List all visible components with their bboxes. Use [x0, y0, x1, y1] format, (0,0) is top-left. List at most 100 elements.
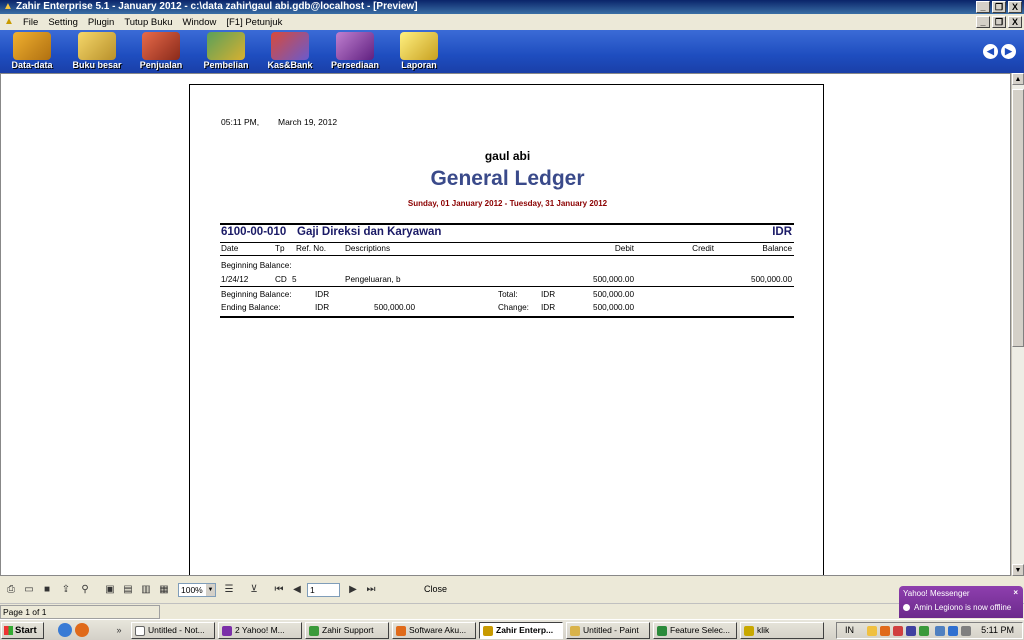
- status-bar: Page 1 of 1: [0, 603, 1024, 619]
- module-label: Penjualan: [139, 60, 183, 70]
- start-button[interactable]: Start: [1, 622, 44, 639]
- two-pages-icon[interactable]: ▥: [139, 583, 153, 597]
- menu-setting[interactable]: Setting: [43, 17, 83, 28]
- notification-message: Amin Legiono is now offline: [914, 603, 1012, 612]
- edit-page-icon[interactable]: ⊻: [247, 583, 261, 597]
- yahoo-notification[interactable]: Yahoo! Messenger × Amin Legiono is now o…: [899, 586, 1023, 618]
- module-laporan[interactable]: Laporan: [391, 32, 447, 72]
- divider: [220, 316, 794, 318]
- nav-back-icon[interactable]: ◀: [983, 44, 998, 59]
- print-time: 05:11 PM,: [221, 117, 260, 127]
- report-title: General Ledger: [430, 167, 585, 190]
- task-label: 2 Yahoo! M...: [235, 625, 285, 635]
- scroll-down-icon[interactable]: ▼: [1012, 564, 1024, 576]
- col-ref: Ref. No.: [296, 244, 327, 253]
- doc-close-button[interactable]: X: [1008, 16, 1022, 28]
- scroll-up-icon[interactable]: ▲: [1012, 73, 1024, 85]
- tray-yahoo-icon[interactable]: [880, 626, 890, 636]
- volume-icon[interactable]: [961, 626, 971, 636]
- divider: [220, 223, 794, 225]
- zahir-app-icon[interactable]: ▲: [3, 1, 13, 13]
- windows-logo-icon: [4, 626, 13, 635]
- restore-button[interactable]: ❐: [992, 1, 1006, 13]
- language-indicator[interactable]: IN: [845, 625, 854, 635]
- task-yahoo[interactable]: 2 Yahoo! M...: [218, 622, 302, 639]
- zoom-select[interactable]: 100% ▼: [178, 583, 216, 597]
- summary-end-value: 500,000.00: [374, 303, 415, 312]
- tray-folder-icon[interactable]: [867, 626, 877, 636]
- clock[interactable]: 5:11 PM: [981, 625, 1014, 635]
- quicklaunch-more-icon[interactable]: »: [112, 623, 126, 637]
- module-label: Data-data: [11, 60, 53, 70]
- col-debit: Debit: [614, 244, 634, 253]
- module-buku-besar[interactable]: Buku besar: [69, 32, 125, 72]
- nav-forward-icon[interactable]: ▶: [1001, 44, 1016, 59]
- tray-network-icon[interactable]: [906, 626, 916, 636]
- tray-antivirus-icon[interactable]: [893, 626, 903, 636]
- divider: [220, 286, 794, 287]
- document-icon[interactable]: ▲: [4, 16, 14, 27]
- col-credit: Credit: [692, 244, 714, 253]
- doc-minimize-button[interactable]: _: [976, 16, 990, 28]
- module-pembelian[interactable]: Pembelian: [198, 32, 254, 72]
- doc-restore-button[interactable]: ❐: [992, 16, 1006, 28]
- summary-change-value: 500,000.00: [593, 303, 634, 312]
- multi-page-icon[interactable]: ▦: [157, 583, 171, 597]
- cash-bank-icon: [271, 32, 309, 60]
- module-penjualan[interactable]: Penjualan: [133, 32, 189, 72]
- menu-help[interactable]: [F1] Petunjuk: [221, 17, 287, 28]
- page-setup-icon[interactable]: ☰: [222, 583, 236, 597]
- account-code: 6100-00-010: [221, 226, 287, 238]
- notepad-icon: [135, 626, 145, 636]
- col-date: Date: [221, 244, 239, 253]
- task-feature-select[interactable]: Feature Selec...: [653, 622, 737, 639]
- menu-plugin[interactable]: Plugin: [83, 17, 119, 28]
- notification-close-icon[interactable]: ×: [1013, 588, 1018, 597]
- chevron-down-icon[interactable]: ▼: [206, 584, 215, 596]
- row-tp: CD: [275, 275, 287, 284]
- task-zahir-support[interactable]: Zahir Support: [305, 622, 389, 639]
- task-paint[interactable]: Untitled - Paint: [566, 622, 650, 639]
- internet-explorer-icon[interactable]: [58, 623, 72, 637]
- one-page-icon[interactable]: ▣: [103, 583, 117, 597]
- export-icon[interactable]: ⇪: [59, 583, 73, 597]
- menu-window[interactable]: Window: [178, 17, 222, 28]
- col-tp: Tp: [275, 244, 285, 253]
- close-button[interactable]: X: [1008, 1, 1022, 13]
- close-preview-button[interactable]: Close: [424, 584, 447, 594]
- find-icon[interactable]: ⚲: [78, 583, 92, 597]
- menu-tutup-buku[interactable]: Tutup Buku: [119, 17, 177, 28]
- page-number-input[interactable]: 1: [307, 583, 340, 597]
- report-date-range: Sunday, 01 January 2012 - Tuesday, 31 Ja…: [407, 199, 608, 208]
- inventory-icon: [336, 32, 374, 60]
- save-icon[interactable]: ■: [40, 583, 54, 597]
- menu-file[interactable]: File: [18, 17, 43, 28]
- task-zahir-enterprise[interactable]: Zahir Enterp...: [479, 622, 563, 639]
- print-icon[interactable]: ⎙: [4, 583, 18, 597]
- tray-display-icon[interactable]: [935, 626, 945, 636]
- company-name: gaul abi: [484, 149, 531, 163]
- task-label: Untitled - Not...: [148, 625, 205, 635]
- task-software-aku[interactable]: Software Aku...: [392, 622, 476, 639]
- summary-total-label: Total:: [498, 290, 518, 299]
- module-data-data[interactable]: Data-data: [4, 32, 60, 72]
- vertical-scrollbar[interactable]: ▲ ▼: [1011, 73, 1024, 576]
- firefox-icon[interactable]: [75, 623, 89, 637]
- prev-page-icon[interactable]: ◀: [290, 583, 304, 597]
- module-kas-bank[interactable]: Kas&Bank: [262, 32, 318, 72]
- page-width-icon[interactable]: ▤: [121, 583, 135, 597]
- tray-app-icon[interactable]: [919, 626, 929, 636]
- module-persediaan[interactable]: Persediaan: [327, 32, 383, 72]
- summary-total-value: 500,000.00: [593, 290, 634, 299]
- last-page-icon[interactable]: ⏭: [364, 583, 378, 597]
- tray-bluetooth-icon[interactable]: [948, 626, 958, 636]
- task-klik[interactable]: klik: [740, 622, 824, 639]
- divider: [220, 255, 794, 256]
- open-icon[interactable]: ▭: [22, 583, 36, 597]
- document-window-controls: _ ❐ X: [976, 16, 1022, 28]
- first-page-icon[interactable]: ⏮: [272, 583, 286, 597]
- scroll-thumb[interactable]: [1012, 89, 1024, 347]
- task-notepad[interactable]: Untitled - Not...: [131, 622, 215, 639]
- next-page-icon[interactable]: ▶: [346, 583, 360, 597]
- minimize-button[interactable]: _: [976, 1, 990, 13]
